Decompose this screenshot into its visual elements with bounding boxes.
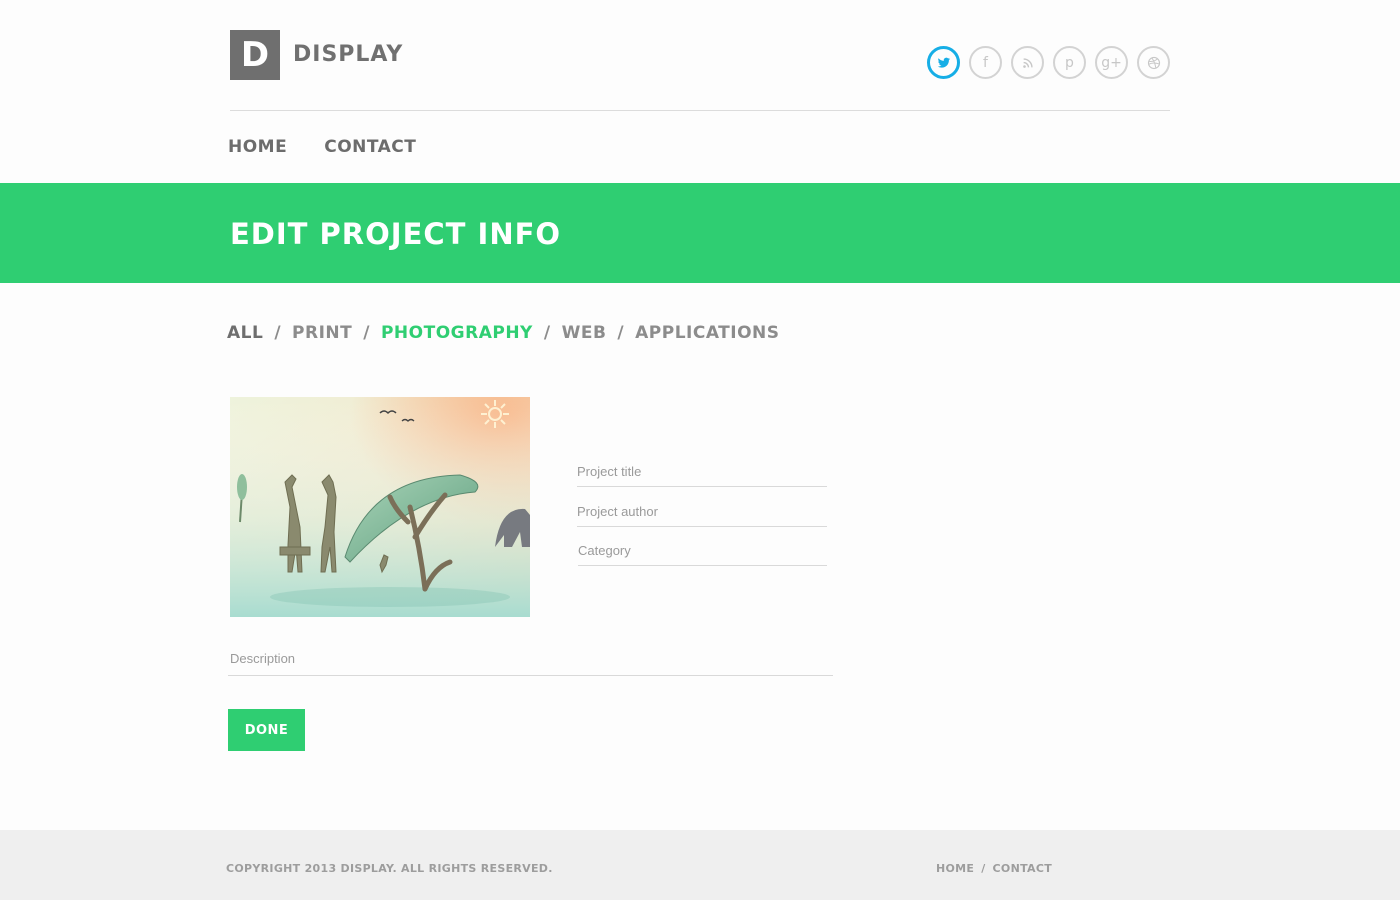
page-banner: EDIT PROJECT INFO <box>0 183 1400 283</box>
filter-separator: / <box>274 323 282 343</box>
project-author-input[interactable] <box>577 503 827 527</box>
filter-web[interactable]: WEB <box>562 323 607 343</box>
footer-link-home[interactable]: HOME <box>936 862 974 875</box>
twitter-icon[interactable] <box>927 46 960 79</box>
google-plus-glyph: g+ <box>1101 54 1122 71</box>
filter-applications[interactable]: APPLICATIONS <box>635 323 779 343</box>
filter-photography[interactable]: PHOTOGRAPHY <box>381 323 533 343</box>
dribbble-glyph <box>1147 56 1160 69</box>
social-links: f p g+ <box>927 46 1170 79</box>
facebook-glyph: f <box>983 54 988 71</box>
filter-all[interactable]: ALL <box>227 323 263 343</box>
footer: COPYRIGHT 2013 DISPLAY. ALL RIGHTS RESER… <box>0 830 1400 900</box>
logo-name[interactable]: DISPLAY <box>293 42 403 67</box>
rss-icon[interactable] <box>1011 46 1044 79</box>
filter-print[interactable]: PRINT <box>292 323 352 343</box>
category-filters: ALL / PRINT / PHOTOGRAPHY / WEB / APPLIC… <box>227 323 780 343</box>
pinterest-icon[interactable]: p <box>1053 46 1086 79</box>
description-input[interactable] <box>228 647 833 676</box>
page-title: EDIT PROJECT INFO <box>230 217 562 251</box>
logo-mark[interactable]: D <box>230 30 280 80</box>
nav-home[interactable]: HOME <box>228 137 287 157</box>
footer-link-contact[interactable]: CONTACT <box>993 862 1052 875</box>
nav-contact[interactable]: CONTACT <box>324 137 416 157</box>
filter-separator: / <box>363 323 370 343</box>
pinterest-glyph: p <box>1065 54 1074 71</box>
category-input[interactable] <box>578 541 827 566</box>
project-title-input[interactable] <box>577 462 827 487</box>
filter-separator: / <box>543 323 551 343</box>
filter-separator: / <box>617 323 625 343</box>
google-plus-icon[interactable]: g+ <box>1095 46 1128 79</box>
main-nav: HOME CONTACT <box>228 137 416 157</box>
project-image[interactable] <box>230 397 530 617</box>
header-divider <box>230 110 1170 111</box>
footer-separator: / <box>981 862 986 875</box>
copyright-text: COPYRIGHT 2013 DISPLAY. ALL RIGHTS RESER… <box>226 862 553 875</box>
project-illustration <box>230 397 530 617</box>
twitter-bird-glyph <box>937 57 950 68</box>
facebook-icon[interactable]: f <box>969 46 1002 79</box>
rss-glyph <box>1022 57 1033 68</box>
done-button[interactable]: DONE <box>228 709 305 751</box>
footer-nav: HOME / CONTACT <box>936 862 1052 875</box>
dribbble-icon[interactable] <box>1137 46 1170 79</box>
page: D DISPLAY f p g+ HOME CONTACT EDIT PROJE… <box>0 0 1400 900</box>
